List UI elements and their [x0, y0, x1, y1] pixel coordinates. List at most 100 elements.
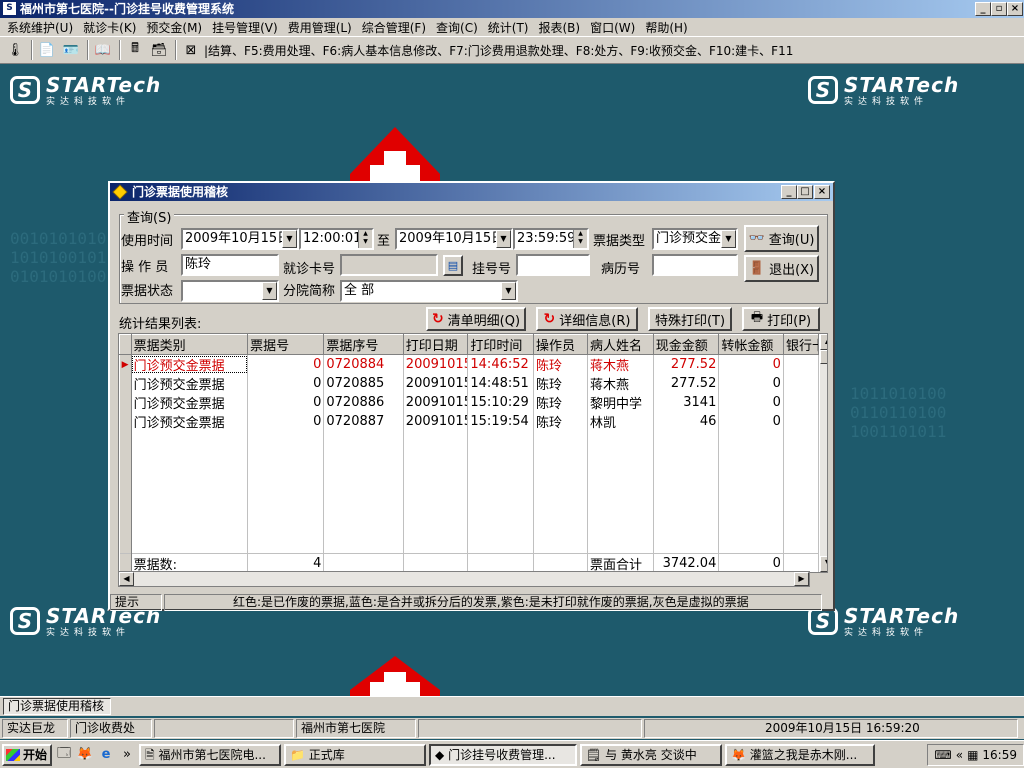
col-header-operator[interactable]: 操作员: [533, 334, 589, 355]
task-folder[interactable]: 📁 正式库: [284, 743, 426, 766]
app-icon[interactable]: S: [2, 1, 17, 16]
dialog-maximize-button[interactable]: □: [797, 185, 813, 199]
grid-horizontal-scrollbar[interactable]: ◀ ▶: [118, 571, 810, 587]
menu-help[interactable]: 帮助(H): [640, 19, 692, 36]
card-reader-icon[interactable]: ▤: [443, 255, 463, 276]
menu-registration[interactable]: 挂号管理(V): [207, 19, 283, 36]
start-button[interactable]: 开始: [2, 743, 52, 766]
bill-type-select[interactable]: 门诊预交金 ▼: [652, 228, 738, 250]
status-legend-text: 红色:是已作废的票据,蓝色:是合并或拆分后的发票,紫色:是未打印就作废的票据,灰…: [164, 594, 822, 611]
keyboard-icon[interactable]: ⌨: [934, 748, 951, 762]
card-number-input[interactable]: [340, 254, 438, 276]
task-registration-system[interactable]: ◆ 门诊挂号收费管理...: [429, 743, 577, 766]
query-button[interactable]: 👓 查询(U): [744, 225, 819, 252]
menu-window[interactable]: 窗口(W): [585, 19, 640, 36]
dropdown-arrow-icon[interactable]: ▼: [496, 230, 511, 248]
minimize-button[interactable]: _: [975, 2, 991, 16]
col-header-transfer[interactable]: 转帐金额: [718, 334, 784, 355]
dialog-status-bar: 提示 红色:是已作废的票据,蓝色:是合并或拆分后的发票,紫色:是未打印就作废的票…: [110, 594, 833, 611]
query-button-label: 查询(U): [768, 233, 815, 248]
empty-grid-area: [119, 431, 820, 553]
col-header-seq[interactable]: 票据序号: [323, 334, 404, 355]
task-browser[interactable]: 🦊 灌篮之我是赤木刚...: [725, 743, 875, 766]
dialog-close-button[interactable]: ×: [814, 185, 830, 199]
spin-arrows-icon[interactable]: ▲ ▼: [358, 230, 372, 248]
detail-list-button[interactable]: ↻ 清单明细(Q): [426, 307, 526, 331]
scroll-down-arrow-icon[interactable]: ▼: [820, 556, 827, 572]
network-icon[interactable]: ▦: [967, 748, 978, 762]
table-row[interactable]: 门诊预交金票据 0 0720886 20091015 15:10:29 陈玲 黎…: [119, 393, 820, 412]
col-header-bill-no[interactable]: 票据号: [247, 334, 325, 355]
red-cross-emblem: [350, 127, 440, 189]
menu-stats[interactable]: 统计(T): [483, 19, 534, 36]
close-button[interactable]: ×: [1007, 2, 1023, 16]
dropdown-arrow-icon[interactable]: ▼: [262, 282, 277, 300]
table-row[interactable]: 门诊预交金票据 0 0720885 20091015 14:48:51 陈玲 蒋…: [119, 374, 820, 393]
menu-general[interactable]: 综合管理(F): [357, 19, 431, 36]
start-date-value: 2009年10月15日: [185, 231, 291, 246]
calculator-icon[interactable]: 🖩: [124, 39, 146, 61]
toolbar-separator: [31, 40, 33, 60]
table-row[interactable]: ▶ 门诊预交金票据 0 0720884 20091015 14:46:52 陈玲…: [119, 354, 820, 374]
col-header-print-date[interactable]: 打印日期: [402, 334, 469, 355]
dropdown-arrow-icon[interactable]: ▼: [501, 282, 516, 300]
col-header-bankcard[interactable]: 银行卡金额: [782, 334, 820, 355]
status-blank: [154, 719, 294, 738]
branch-select[interactable]: 全 部 ▼: [340, 280, 518, 302]
detail-info-button[interactable]: ↻ 详细信息(R): [536, 307, 638, 331]
ie-icon[interactable]: e: [97, 746, 115, 764]
exit-button[interactable]: 🚪 退出(X): [744, 255, 819, 282]
registration-input[interactable]: [516, 254, 590, 276]
spin-arrows-icon[interactable]: ▲ ▼: [573, 230, 587, 248]
menu-card[interactable]: 就诊卡(K): [78, 19, 141, 36]
dialog-minimize-button[interactable]: _: [781, 185, 797, 199]
menu-fees[interactable]: 费用管理(L): [283, 19, 357, 36]
menu-reports[interactable]: 报表(B): [533, 19, 585, 36]
startech-s-icon: S: [808, 607, 838, 635]
quicklaunch-chevron[interactable]: »: [118, 746, 136, 764]
cashbox-icon[interactable]: 🗃: [148, 39, 170, 61]
record-input[interactable]: [652, 254, 738, 276]
start-date-picker[interactable]: 2009年10月15日 ▼: [181, 228, 299, 250]
scroll-thumb[interactable]: [820, 350, 827, 364]
table-row[interactable]: 门诊预交金票据 0 0720887 20091015 15:19:54 陈玲 林…: [119, 412, 820, 431]
scroll-up-arrow-icon[interactable]: ▲: [820, 334, 827, 350]
exit-icon[interactable]: ⊠: [180, 39, 202, 61]
dropdown-arrow-icon[interactable]: ▼: [282, 230, 297, 248]
dropdown-arrow-icon[interactable]: ▼: [721, 230, 736, 248]
end-time-spinner[interactable]: 23:59:59 ▲ ▼: [513, 228, 589, 250]
bill-status-select[interactable]: ▼: [181, 280, 279, 302]
startech-s-icon: S: [10, 76, 40, 104]
operator-input[interactable]: 陈玲: [181, 254, 279, 276]
print-button-label: 打印(P): [767, 313, 812, 329]
menu-query[interactable]: 查询(C): [431, 19, 483, 36]
new-doc-icon[interactable]: 📄: [36, 39, 58, 61]
col-header-print-time[interactable]: 打印时间: [467, 334, 535, 355]
scroll-right-arrow-icon[interactable]: ▶: [794, 572, 809, 586]
col-header-cash[interactable]: 现金金额: [652, 334, 720, 355]
task-chat[interactable]: 🗒 与 黄水亮 交谈中: [580, 743, 722, 766]
menu-bar: 系统维护(U) 就诊卡(K) 预交金(M) 挂号管理(V) 费用管理(L) 综合…: [0, 18, 1024, 36]
start-time-spinner[interactable]: 12:00:01 ▲ ▼: [299, 228, 374, 250]
print-button[interactable]: 🖶 打印(P): [742, 307, 820, 331]
patient-card-icon[interactable]: 🪪: [60, 39, 82, 61]
restore-button[interactable]: ▫: [991, 2, 1007, 16]
book-icon[interactable]: 📖: [92, 39, 114, 61]
col-header-patient[interactable]: 病人姓名: [587, 334, 654, 355]
results-grid[interactable]: 票据类别 票据号 票据序号 打印日期 打印时间 操作员 病人姓名 现金金额 转帐…: [118, 333, 828, 573]
end-date-picker[interactable]: 2009年10月15日 ▼: [395, 228, 513, 250]
start-label: 开始: [23, 748, 48, 762]
menu-deposit[interactable]: 预交金(M): [141, 19, 207, 36]
scroll-left-arrow-icon[interactable]: ◀: [119, 572, 134, 586]
col-header-bill-type[interactable]: 票据类别: [130, 334, 249, 355]
thermometer-icon[interactable]: 🌡: [4, 39, 26, 61]
clock[interactable]: 16:59: [982, 748, 1017, 762]
grid-vertical-scrollbar[interactable]: ▲ ▼: [820, 334, 827, 572]
special-print-button[interactable]: 特殊打印(T): [648, 307, 732, 331]
menu-system[interactable]: 系统维护(U): [2, 19, 78, 36]
task-hospital-doc[interactable]: 🗎 福州市第七医院电...: [139, 743, 281, 766]
desktop-icon[interactable]: 🗔: [55, 746, 73, 764]
mdi-tab-bill-audit[interactable]: 门诊票据使用稽核: [3, 698, 111, 715]
firefox-icon[interactable]: 🦊: [76, 746, 94, 764]
tray-chevron[interactable]: «: [956, 748, 963, 762]
